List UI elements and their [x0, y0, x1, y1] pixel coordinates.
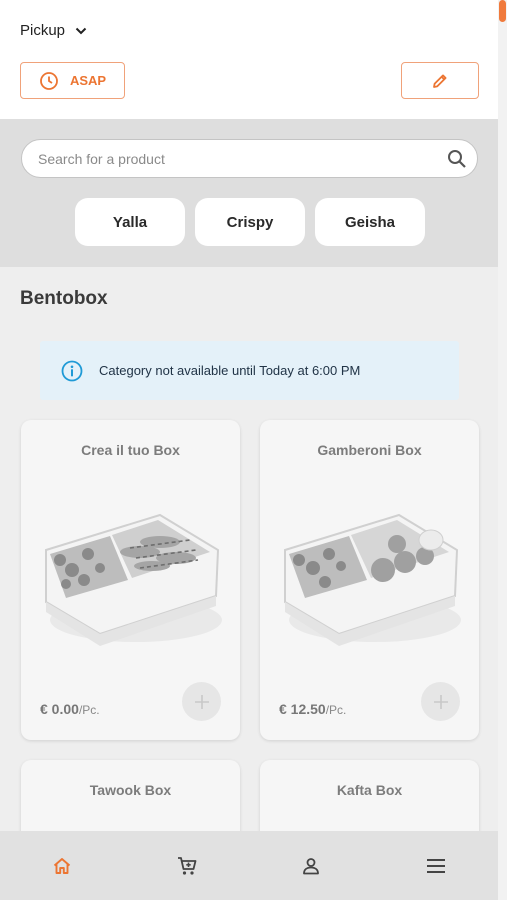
nav-home[interactable]	[0, 831, 125, 900]
add-to-cart-button[interactable]	[182, 682, 221, 721]
bento-box-image	[284, 513, 461, 646]
price-value: € 12.50	[279, 701, 326, 717]
chip-crispy[interactable]: Crispy	[195, 198, 305, 246]
bottom-navigation	[0, 831, 498, 900]
product-name: Kafta Box	[336, 782, 403, 798]
price-unit: /Pc.	[325, 703, 347, 717]
chip-yalla[interactable]: Yalla	[75, 198, 185, 246]
plus-icon	[194, 694, 209, 709]
page-scrollbar[interactable]	[498, 0, 507, 900]
product-card-crea-il-tuo-box[interactable]: Crea il tuo Box € 0.00/Pc.	[21, 420, 240, 740]
search-input[interactable]: Search for a product	[21, 139, 478, 178]
nav-cart[interactable]	[125, 831, 250, 900]
availability-notice: Category not available until Today at 6:…	[40, 341, 459, 400]
edit-order-button[interactable]	[401, 62, 479, 99]
add-to-cart-button[interactable]	[421, 682, 460, 721]
product-card-gamberoni-box[interactable]: Gamberoni Box € 12.50/Pc.	[260, 420, 479, 740]
product-price: € 0.00/Pc.	[40, 701, 100, 717]
search-icon[interactable]	[447, 149, 467, 169]
scrollbar-thumb[interactable]	[499, 0, 506, 22]
user-icon	[303, 857, 320, 874]
clock-icon	[40, 71, 58, 90]
filter-section: Search for a product Yalla Crispy Geisha	[0, 119, 498, 267]
home-icon	[54, 857, 71, 874]
product-name: Tawook Box	[89, 782, 172, 798]
notice-text: Category not available until Today at 6:…	[99, 363, 361, 378]
cart-icon	[177, 856, 197, 875]
order-header: Pickup ASAP	[0, 0, 498, 119]
price-unit: /Pc.	[78, 703, 100, 717]
product-name: Gamberoni Box	[317, 442, 422, 458]
pencil-icon	[433, 74, 447, 88]
menu-icon	[426, 858, 445, 873]
asap-time-button[interactable]: ASAP	[20, 62, 125, 99]
product-list: Bentobox Category not available until To…	[0, 267, 498, 900]
price-value: € 0.00	[40, 701, 79, 717]
bento-box-image	[45, 513, 222, 646]
service-mode-label: Pickup	[20, 22, 66, 39]
chip-geisha[interactable]: Geisha	[315, 198, 425, 246]
app-page: Pickup ASAP Search for a product Yalla C…	[0, 0, 498, 900]
service-mode-dropdown[interactable]: Pickup	[20, 22, 87, 39]
chevron-down-icon	[75, 27, 87, 34]
product-price: € 12.50/Pc.	[279, 701, 346, 717]
nav-menu[interactable]	[374, 831, 499, 900]
search-placeholder: Search for a product	[38, 150, 165, 167]
nav-account[interactable]	[249, 831, 374, 900]
category-chips: Yalla Crispy Geisha	[75, 198, 425, 246]
info-icon	[61, 360, 83, 381]
category-title: Bentobox	[20, 288, 108, 309]
plus-icon	[433, 694, 448, 709]
product-name: Crea il tuo Box	[81, 442, 180, 458]
asap-label: ASAP	[69, 73, 107, 88]
